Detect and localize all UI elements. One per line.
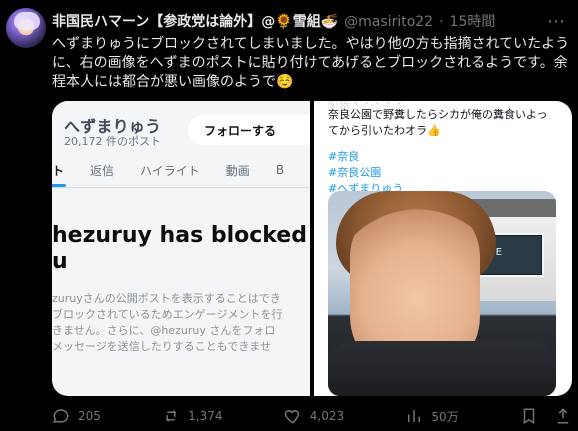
- embedded-photo: CAFE: [328, 191, 556, 396]
- profile-tabs-divider: [52, 187, 310, 188]
- avatar[interactable]: [6, 8, 46, 48]
- reply-count: 205: [78, 409, 101, 423]
- separator-dot: ·: [439, 14, 444, 30]
- hashtag: #奈良: [328, 150, 360, 163]
- tab-more: B: [275, 163, 285, 177]
- tab-posts: ト: [52, 163, 67, 187]
- more-icon[interactable]: ⋯: [544, 10, 568, 34]
- hashtag: #奈良公園: [328, 166, 382, 179]
- post-actions: 205 1,374 4,023 50万: [52, 402, 572, 430]
- media-attachments[interactable]: へずまりゅう 20,172 件のポスト フォローする ト 返信 ハイライト 動画…: [52, 101, 572, 396]
- tab-replies: 返信: [90, 163, 115, 178]
- hashtags: #奈良 #奈良公園 #へずまりゅう: [328, 149, 562, 197]
- follow-button: フォローする: [188, 115, 310, 145]
- repost-count: 1,374: [188, 409, 223, 423]
- blocked-title-line-1: hezuruy has blocked: [52, 223, 307, 248]
- like-action[interactable]: 4,023: [284, 407, 344, 425]
- media-left-image[interactable]: へずまりゅう 20,172 件のポスト フォローする ト 返信 ハイライト 動画…: [52, 101, 310, 396]
- secondary-actions: [520, 407, 572, 425]
- tab-highlights: ハイライト: [140, 163, 200, 178]
- heart-icon[interactable]: [284, 407, 302, 425]
- views-count: 50万: [431, 409, 459, 424]
- views-icon[interactable]: [405, 407, 423, 425]
- embedded-post-text: 奈良公園で野糞したらシカが俺の糞食いよっ てから引いたわオラ👍: [328, 108, 548, 137]
- views-action[interactable]: 50万: [405, 407, 459, 425]
- author-name[interactable]: 非国民ハマーン【参政党は論外】@🌻雪組🍜: [52, 12, 338, 32]
- post-header: 非国民ハマーン【参政党は論外】@🌻雪組🍜 @masirito22 · 15時間: [52, 12, 566, 32]
- blocked-title: hezuruy has blocked u: [52, 223, 307, 275]
- profile-post-count: 20,172 件のポスト: [64, 135, 161, 148]
- blocked-description: zuruyさんの公開ポストを表示することはでき ブロックされているためエンゲージ…: [52, 292, 283, 353]
- tab-videos: 動画: [225, 163, 250, 178]
- tweet-text: へずまりゅうにブロックされてしまいました。やはり他の方も指摘されていたように、右…: [52, 36, 570, 90]
- author-handle[interactable]: @masirito22: [344, 12, 433, 32]
- repost-action[interactable]: 1,374: [162, 407, 223, 425]
- media-right-image[interactable]: 引張・・・・・ 奈良公園で野糞したらシカが俺の糞食いよっ てから引いたわオラ👍 …: [314, 101, 572, 396]
- reply-action[interactable]: 205: [52, 407, 101, 425]
- post-time[interactable]: 15時間: [450, 12, 496, 32]
- bookmark-icon[interactable]: [520, 407, 538, 425]
- repost-icon[interactable]: [162, 407, 180, 425]
- hoodie: [328, 341, 556, 396]
- profile-tabs: ト 返信 ハイライト 動画 B: [52, 157, 310, 187]
- blocked-title-line-2: u: [52, 249, 68, 274]
- share-icon[interactable]: [554, 407, 572, 425]
- reply-icon[interactable]: [52, 407, 70, 425]
- like-count: 4,023: [309, 409, 345, 423]
